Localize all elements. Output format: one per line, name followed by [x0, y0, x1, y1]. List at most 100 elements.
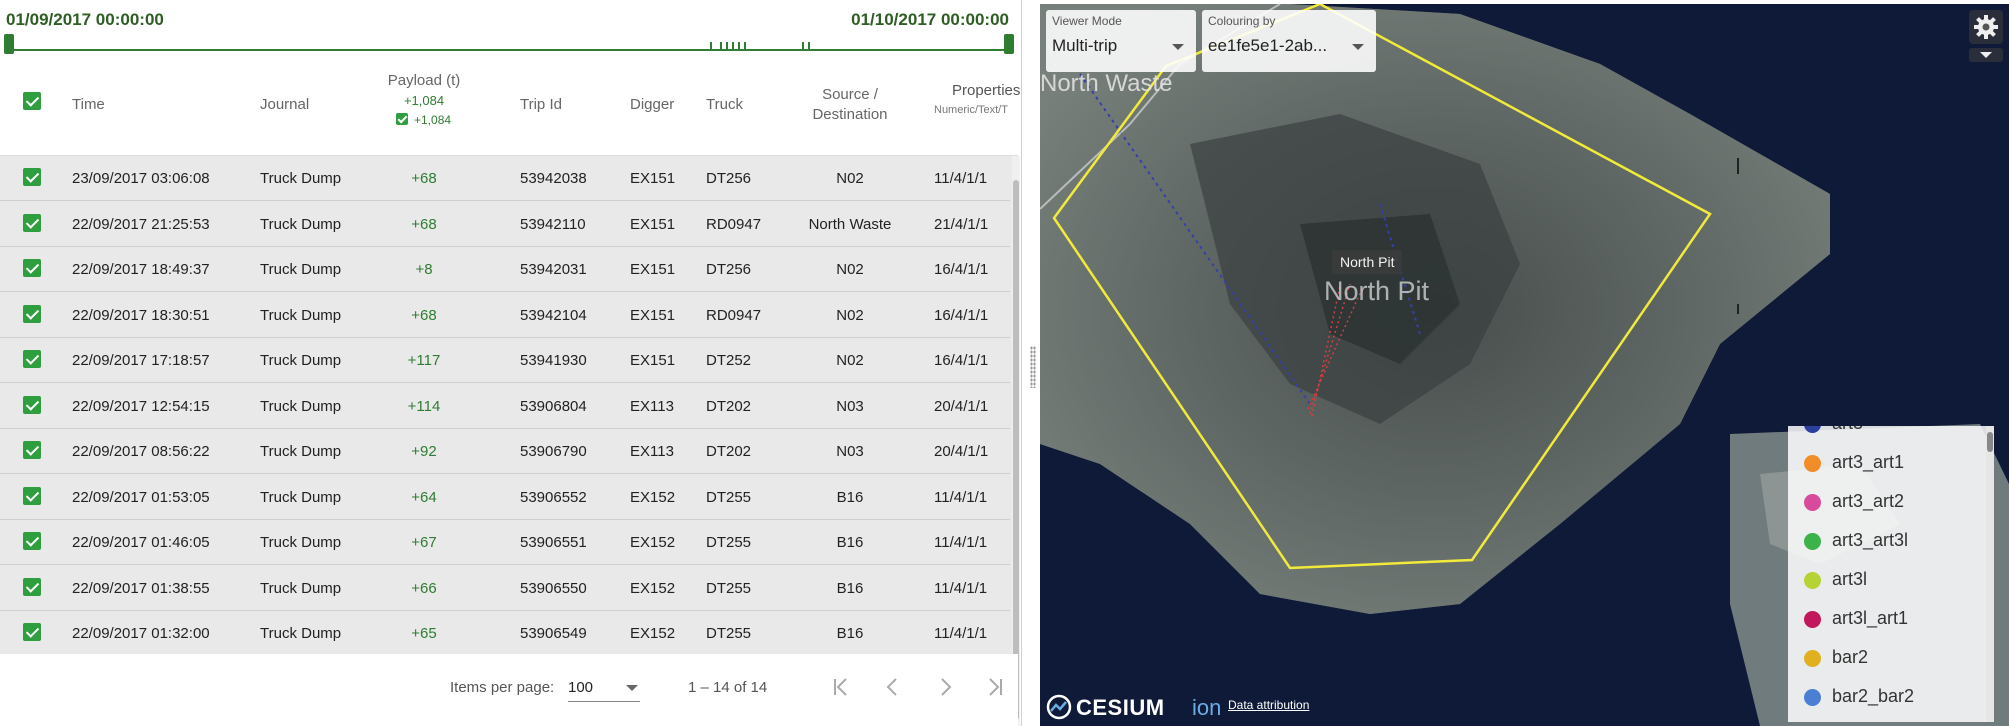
- row-checkbox[interactable]: [23, 486, 41, 505]
- table-row[interactable]: 22/09/2017 17:18:57 Truck Dump +117 5394193…: [0, 338, 1010, 383]
- table-scrollbar[interactable]: [1012, 156, 1020, 726]
- cell-digger: EX151: [630, 352, 676, 369]
- cesium-logo[interactable]: CESIUM ion: [1044, 692, 1234, 722]
- next-page-button[interactable]: [928, 670, 962, 704]
- cell-digger: EX152: [630, 625, 676, 642]
- viewer-mode-value: Multi-trip: [1052, 36, 1118, 55]
- row-checkbox[interactable]: [23, 350, 41, 368]
- timeline-start-handle[interactable]: [4, 34, 14, 54]
- table-scrollbar-thumb[interactable]: [1013, 180, 1019, 720]
- row-checkbox[interactable]: [23, 577, 41, 596]
- cell-payload: +68: [411, 215, 437, 233]
- row-checkbox[interactable]: [23, 304, 41, 323]
- table-row[interactable]: 22/09/2017 18:49:37 Truck Dump +8 53942031 E…: [0, 247, 1010, 292]
- cell-digger: EX113: [630, 443, 674, 460]
- cell-truck: DT202: [706, 397, 752, 415]
- row-checkbox[interactable]: [23, 441, 41, 459]
- table-row[interactable]: 22/09/2017 01:53:05 Truck Dump +64 53906552…: [0, 474, 1010, 520]
- legend-item[interactable]: art3_art3l: [1788, 521, 1986, 560]
- legend-label: art3_art1: [1832, 452, 1905, 472]
- cell-properties: 11/4/1/1: [934, 625, 988, 642]
- cell-trip-id: 53906551: [520, 534, 587, 551]
- cell-time: 22/09/2017 01:32:00: [72, 625, 210, 642]
- table-row[interactable]: 22/09/2017 21:25:53 Truck Dump +68 53942110…: [0, 201, 1010, 247]
- header-payload[interactable]: Payload (t): [370, 72, 478, 89]
- payload-selected-checkbox[interactable]: [396, 113, 408, 125]
- cell-truck: DT256: [706, 170, 752, 187]
- items-per-page-value: 100: [568, 679, 594, 696]
- previous-page-button[interactable]: [876, 670, 910, 704]
- legend-item[interactable]: art3l_art1: [1788, 599, 1986, 638]
- cell-truck: RD0947: [706, 306, 762, 324]
- cell-source: N03: [836, 443, 864, 460]
- last-page-button[interactable]: [978, 670, 1012, 704]
- cell-trip-id: 53942031: [520, 261, 587, 278]
- row-checkbox[interactable]: [23, 395, 41, 414]
- row-checkbox[interactable]: [23, 213, 41, 232]
- items-per-page-label: Items per page:: [450, 679, 555, 696]
- legend-color-swatch: [1804, 494, 1821, 511]
- legend-item[interactable]: art3_art2: [1788, 482, 1986, 521]
- header-time[interactable]: Time: [72, 96, 105, 113]
- cell-journal: Truck Dump: [260, 488, 342, 506]
- cell-digger: EX151: [630, 170, 676, 187]
- cell-source: N02: [836, 352, 864, 369]
- settings-button[interactable]: [1969, 10, 2003, 44]
- colour-legend[interactable]: art3 art3_art1 art3_art2 art3_art3l art3l art…: [1788, 426, 1994, 722]
- cell-properties: 11/4/1/1: [934, 170, 988, 187]
- cell-trip-id: 53906804: [520, 397, 587, 415]
- header-properties[interactable]: Properties: [952, 82, 1020, 99]
- table-row[interactable]: 22/09/2017 08:56:22 Truck Dump +92 53906790…: [0, 429, 1010, 474]
- cell-source: N02: [836, 306, 864, 324]
- legend-item[interactable]: art3: [1788, 426, 1986, 443]
- row-checkbox[interactable]: [23, 259, 41, 277]
- data-attribution-link[interactable]: Data attribution: [1228, 698, 1309, 712]
- select-all-checkbox[interactable]: [23, 92, 41, 110]
- legend-item[interactable]: art3l: [1788, 560, 1986, 599]
- colouring-select[interactable]: Colouring by ee1fe5e1-2ab...: [1202, 10, 1376, 72]
- legend-color-swatch: [1804, 455, 1821, 472]
- table-row[interactable]: 22/09/2017 01:32:00 Truck Dump +65 53906549…: [0, 611, 1010, 654]
- header-source-line2[interactable]: Destination: [790, 106, 910, 123]
- row-checkbox[interactable]: [23, 623, 41, 641]
- timeline-slider[interactable]: [4, 32, 1014, 54]
- legend-item[interactable]: bar2_bar2: [1788, 677, 1986, 716]
- map-tag-north-pit[interactable]: North Pit: [1332, 250, 1403, 274]
- cell-payload: +66: [411, 579, 437, 597]
- legend-item[interactable]: bar2: [1788, 638, 1986, 677]
- items-per-page-select[interactable]: 100: [568, 672, 640, 702]
- settings-expand-button[interactable]: [1969, 48, 2003, 62]
- row-checkbox[interactable]: [23, 532, 41, 550]
- cell-time: 22/09/2017 12:54:15: [72, 397, 210, 415]
- table-row[interactable]: 22/09/2017 12:54:15 Truck Dump +114 5390680…: [0, 383, 1010, 429]
- cell-properties: 11/4/1/1: [934, 579, 988, 597]
- cell-source: N02: [836, 261, 864, 278]
- header-journal[interactable]: Journal: [260, 96, 309, 113]
- panel-splitter[interactable]: [1026, 0, 1040, 726]
- timeline-tick: [732, 42, 734, 51]
- viewer-mode-select[interactable]: Viewer Mode Multi-trip: [1046, 10, 1196, 72]
- timeline-tick: [808, 42, 810, 51]
- header-digger[interactable]: Digger: [630, 96, 674, 113]
- chevron-right-icon: [941, 678, 952, 696]
- legend-item[interactable]: art3_art1: [1788, 443, 1986, 482]
- map-viewer[interactable]: North Waste North Pit North Pit Viewer M…: [1040, 4, 2009, 726]
- header-truck[interactable]: Truck: [706, 96, 743, 113]
- first-page-button[interactable]: [824, 670, 858, 704]
- table-row[interactable]: 22/09/2017 18:30:51 Truck Dump +68 53942104…: [0, 292, 1010, 338]
- legend-scrollbar[interactable]: [1986, 426, 1994, 722]
- viewer-mode-label: Viewer Mode: [1052, 14, 1122, 28]
- timeline-tick: [726, 42, 728, 51]
- chevron-down-icon: [1172, 44, 1184, 50]
- drag-handle-icon[interactable]: [1030, 346, 1036, 388]
- legend-color-swatch: [1804, 572, 1821, 589]
- legend-scrollbar-thumb[interactable]: [1987, 432, 1993, 452]
- table-row[interactable]: 23/09/2017 03:06:08 Truck Dump +68 53942038…: [0, 156, 1010, 201]
- header-trip-id[interactable]: Trip Id: [520, 96, 562, 113]
- cell-journal: Truck Dump: [260, 397, 342, 415]
- header-source-line1[interactable]: Source /: [790, 86, 910, 103]
- row-checkbox[interactable]: [23, 168, 41, 186]
- timeline-end-handle[interactable]: [1004, 34, 1014, 54]
- table-row[interactable]: 22/09/2017 01:46:05 Truck Dump +67 53906551…: [0, 520, 1010, 565]
- table-row[interactable]: 22/09/2017 01:38:55 Truck Dump +66 53906550…: [0, 565, 1010, 611]
